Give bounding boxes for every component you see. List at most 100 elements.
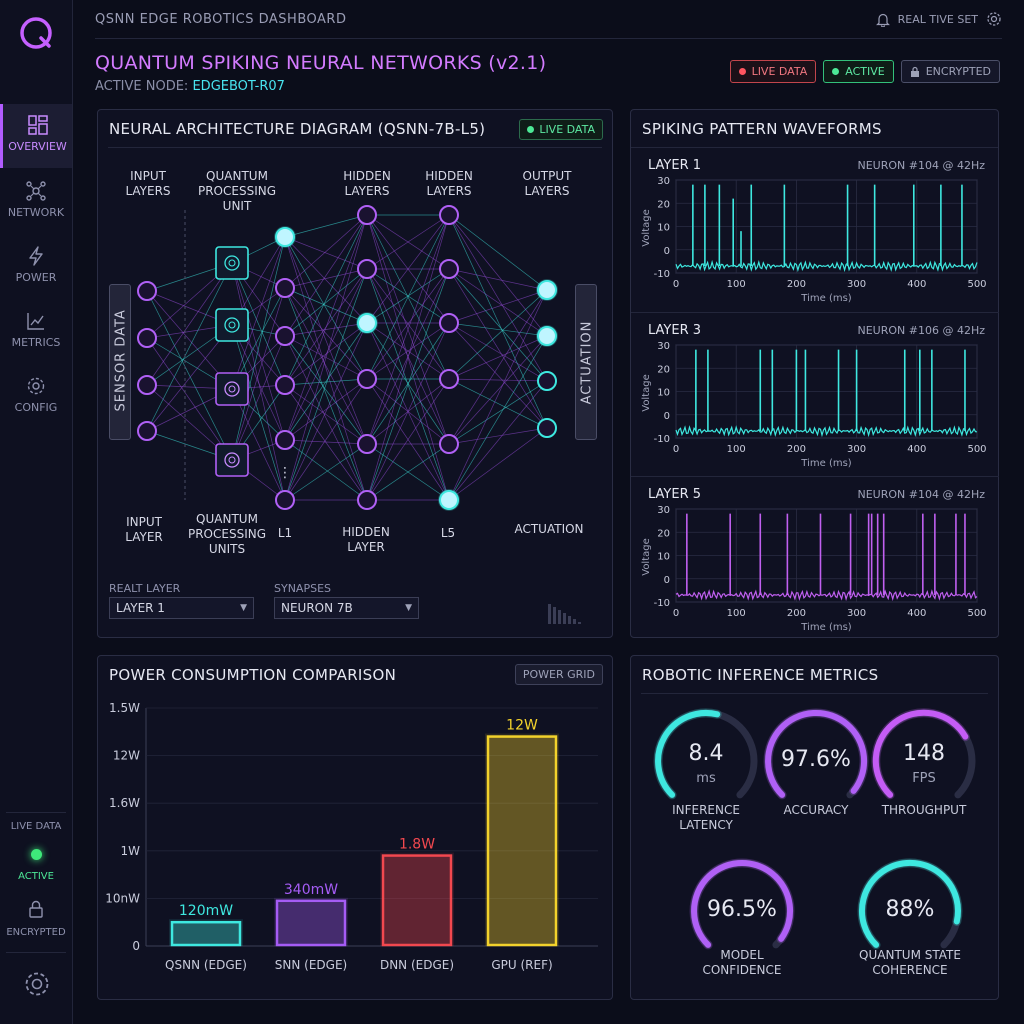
chart-icon [27,313,44,330]
neuron-node [537,371,557,391]
gauge-label: ACCURACY [783,803,849,817]
neuron-node [439,313,459,333]
sidebar: OVERVIEW NETWORK POWER METRICS CONFIG LI… [0,0,73,1024]
page-title: QUANTUM SPIKING NEURAL NETWORKS (v2.1) [95,52,547,74]
sidebar-divider [6,812,66,813]
bar-value-label: 340mW [284,882,338,898]
layer-select-value: LAYER 1 [116,601,165,615]
synapse-line [284,214,368,441]
gauge-label: INFERENCE LATENCY [672,803,740,832]
waveform-baseline [675,259,978,273]
signal-decoration-bar [548,604,551,624]
layer-select[interactable]: LAYER 1 ▼ [109,597,254,619]
x-tick-label: 400 [907,279,926,290]
x-tick-label: 300 [847,444,866,455]
sidebar-live-label: LIVE DATA [10,821,62,832]
signal-decoration-bar [578,622,581,624]
synapse-line [284,268,368,337]
app-logo[interactable] [17,14,55,52]
encrypted-badge[interactable]: ENCRYPTED [900,60,1000,83]
live-dot-icon [738,68,746,75]
neuron-node [357,369,377,389]
x-tick-label: 500 [967,279,986,290]
bar-category-label: SNN (EDGE) [275,958,347,972]
waveforms-panel: SPIKING PATTERN WAVEFORMS LAYER 1 NEURON … [630,109,999,638]
actuation-box: ACTUATION [575,284,597,440]
gear-icon[interactable] [986,11,1002,27]
x-tick-label: 200 [787,444,806,455]
neuron-node [137,281,157,301]
sidebar-item-power[interactable]: POWER [0,235,72,299]
neuron-node [275,490,295,510]
neuron-node [357,313,377,333]
x-axis-label: Time (ms) [800,293,852,304]
x-tick-label: 100 [727,444,746,455]
waveform-plot: 3020100-100 100 200 300 400 500VoltageTime (m… [641,505,987,633]
quantum-unit-box [215,308,249,342]
label-quantum-processing-unit: QUANTUM PROCESSING UNIT [197,169,277,213]
y-axis-label: Voltage [641,374,652,412]
layer-select-group: REALT LAYER LAYER 1 ▼ [109,582,254,619]
neuron-node [537,326,557,346]
gauge-label: THROUGHPUT [881,803,967,817]
live-data-badge[interactable]: LIVE DATA [729,60,817,83]
header-divider [95,38,1002,39]
sidebar-item-metrics[interactable]: METRICS [0,300,72,364]
settings-gear-icon[interactable] [22,969,52,999]
sidebar-item-overview[interactable]: OVERVIEW [0,104,72,168]
y-axis-label: Voltage [641,538,652,576]
gauge-label: MODEL CONFIDENCE [702,948,782,977]
sidebar-item-config[interactable]: CONFIG [0,365,72,429]
sidebar-item-network[interactable]: NETWORK [0,170,72,234]
y-tick-label: 10 [657,223,670,234]
waveform-panel-2: LAYER 3 NEURON #106 @ 42Hz 30 20 10 0 -10 0 100 2… [631,312,999,476]
bell-icon[interactable] [875,12,890,27]
y-axis-label: Voltage [641,209,652,247]
gauge-unit: FPS [912,771,936,786]
neuron-node [439,205,459,225]
synapses-select[interactable]: NEURON 7B ▼ [274,597,419,619]
x-tick-label: 100 [727,608,746,619]
neuron-node [357,490,377,510]
y-tick-label: 1.6W [109,796,140,810]
sidebar-active-label: ACTIVE [18,871,54,882]
synapse-line [284,236,368,270]
dashboard-icon [27,115,48,135]
x-tick-label: 300 [847,608,866,619]
layer-select-label: REALT LAYER [109,582,181,595]
gauge-unit: ms [696,771,716,786]
y-tick-label: 10 [657,388,670,399]
waveform-plot: 3020100-100 100 200 300 400 500VoltageTime (m… [641,176,987,304]
synapse-line [284,322,368,501]
synapse-line [284,214,368,386]
waveform-baseline [675,589,978,602]
status-badges: LIVE DATA ACTIVE ENCRYPTED [729,60,1000,83]
synapse-line [284,335,368,445]
neuron-node [439,434,459,454]
neuron-node [439,490,459,510]
bar-mark [381,854,453,947]
synapse-line [284,322,368,337]
x-tick-label: 500 [967,608,986,619]
y-tick-label: -10 [654,434,670,445]
label-quantum-processing-units: QUANTUM PROCESSING UNITS [187,512,267,556]
neuron-node [537,418,557,438]
sidebar-item-label: POWER [15,271,57,284]
synapse-line [448,214,548,382]
neuron-node [357,434,377,454]
y-tick-label: 0 [664,411,670,422]
synapse-line [284,378,368,501]
neuron-node [439,369,459,389]
active-badge[interactable]: ACTIVE [823,60,894,83]
metrics-panel: ROBOTIC INFERENCE METRICS 8.4 ms INFERENCE… [630,655,999,1000]
y-tick-label: 10nW [105,891,140,905]
badge-label: ACTIVE [845,65,885,78]
realtime-label[interactable]: REAL TIVE SET [898,13,978,26]
chevron-down-icon: ▼ [240,603,247,613]
architecture-panel: NEURAL ARCHITECTURE DIAGRAM (QSNN-7B-L5)… [97,109,613,638]
neuron-node [137,328,157,348]
x-tick-label: 0 [673,279,679,290]
signal-decoration-bar [563,613,566,624]
gauge-value: 96.5% [707,897,777,922]
neuron-node [275,278,295,298]
